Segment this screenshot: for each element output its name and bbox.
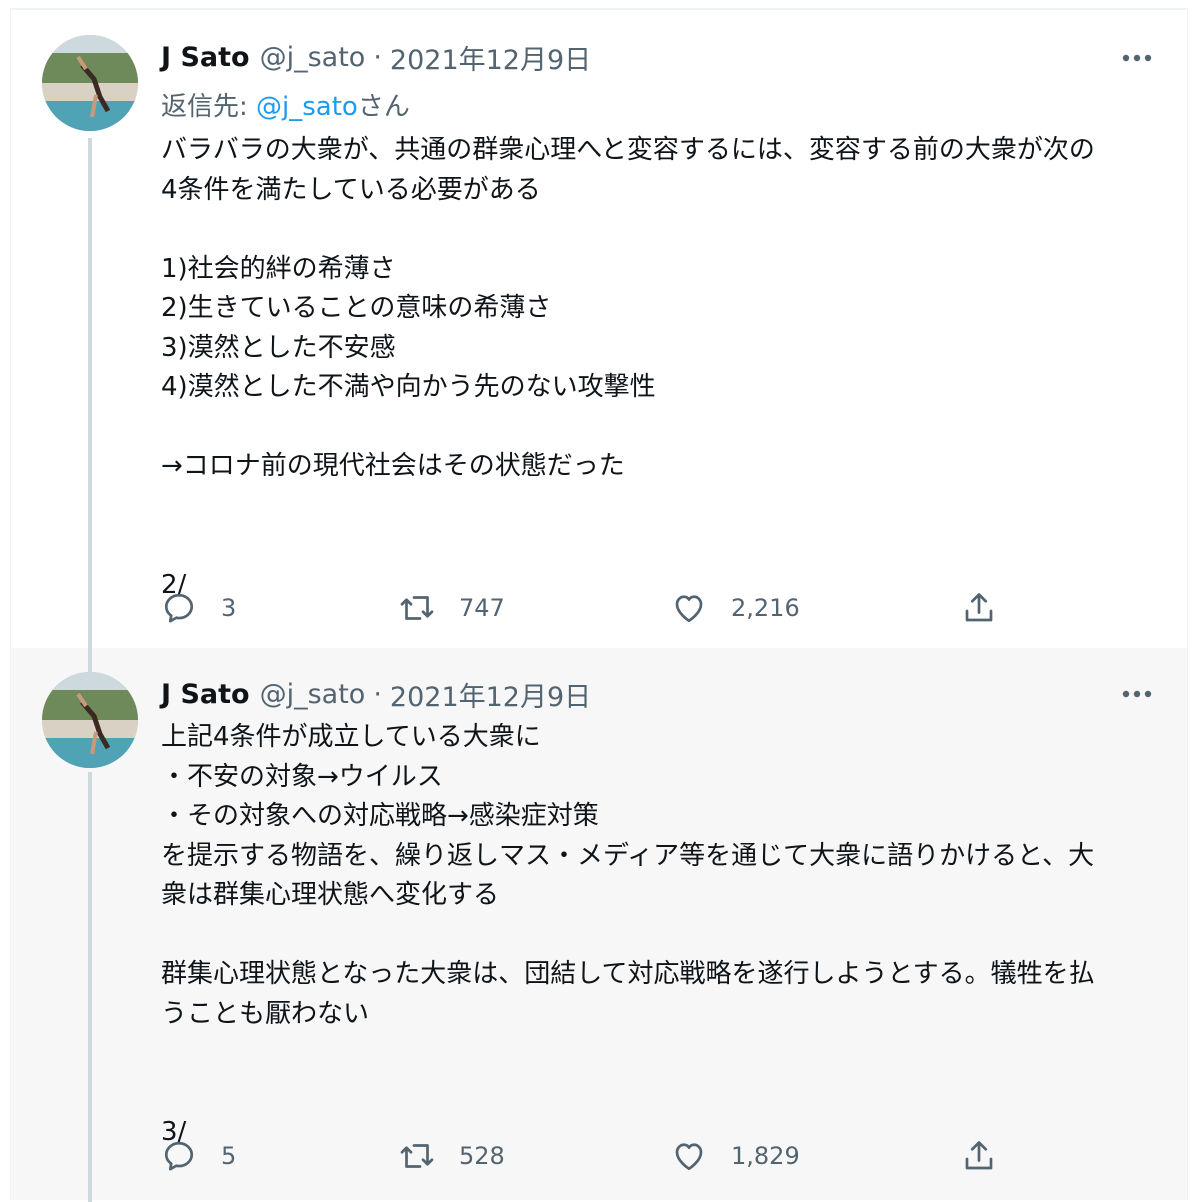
- like-count: 2,216: [731, 594, 800, 622]
- like-count: 1,829: [731, 1142, 800, 1170]
- more-icon[interactable]: [1117, 674, 1157, 714]
- tweet-text: バラバラの大衆が、共通の群衆心理へと変容するには、変容する前の大衆が次の 4条件…: [161, 135, 1095, 600]
- share-button[interactable]: [961, 586, 997, 630]
- handle[interactable]: @j_sato: [260, 679, 366, 710]
- reply-icon: [164, 1141, 194, 1171]
- tweet-text: 上記4条件が成立している大衆に ・不安の対象→ウイルス ・その対象への対応戦略→…: [161, 722, 1095, 1147]
- retweet-icon: [400, 596, 434, 620]
- tweet-actions: 3 747 2,216: [161, 586, 1061, 630]
- replying-to: 返信先: @j_satoさん: [161, 86, 410, 123]
- reply-label: 返信先:: [161, 92, 257, 122]
- reply-icon: [164, 593, 194, 623]
- share-icon: [965, 1141, 993, 1170]
- reply-suffix: さん: [357, 92, 410, 122]
- tweet-header: J Sato @j_sato · 2021年12月9日: [161, 37, 591, 77]
- avatar[interactable]: [42, 35, 138, 131]
- like-icon: [675, 595, 703, 623]
- thread-line: [88, 772, 92, 1202]
- separator: ·: [373, 678, 382, 710]
- like-icon: [675, 1143, 703, 1171]
- timestamp[interactable]: 2021年12月9日: [390, 675, 591, 714]
- separator: ·: [373, 41, 382, 73]
- thread-line: [88, 648, 92, 672]
- tweet[interactable]: J Sato @j_sato · 2021年12月9日 返信先: @j_sato…: [11, 10, 1187, 648]
- retweet-button[interactable]: 747: [399, 586, 505, 630]
- share-icon: [965, 593, 993, 622]
- reply-button[interactable]: 3: [161, 586, 236, 630]
- like-button[interactable]: 2,216: [671, 586, 800, 630]
- retweet-icon: [400, 1144, 434, 1168]
- tweet[interactable]: J Sato @j_sato · 2021年12月9日 上記4条件が成立している…: [11, 648, 1187, 1202]
- reply-count: 3: [221, 594, 237, 622]
- thread-line: [88, 138, 92, 648]
- display-name[interactable]: J Sato: [161, 42, 250, 73]
- display-name[interactable]: J Sato: [161, 679, 250, 710]
- retweet-count: 747: [459, 594, 505, 622]
- tweet-header: J Sato @j_sato · 2021年12月9日: [161, 674, 591, 714]
- reply-count: 5: [221, 1142, 237, 1170]
- reply-mention-link[interactable]: @j_sato: [256, 92, 358, 122]
- timestamp[interactable]: 2021年12月9日: [390, 38, 591, 77]
- reply-button[interactable]: 5: [161, 1134, 236, 1178]
- more-icon[interactable]: [1117, 38, 1157, 78]
- handle[interactable]: @j_sato: [260, 42, 366, 73]
- retweet-button[interactable]: 528: [399, 1134, 505, 1178]
- retweet-count: 528: [459, 1142, 505, 1170]
- share-button[interactable]: [961, 1134, 997, 1178]
- tweet-actions: 5 528 1,829: [161, 1134, 1061, 1178]
- like-button[interactable]: 1,829: [671, 1134, 800, 1178]
- avatar[interactable]: [42, 672, 138, 768]
